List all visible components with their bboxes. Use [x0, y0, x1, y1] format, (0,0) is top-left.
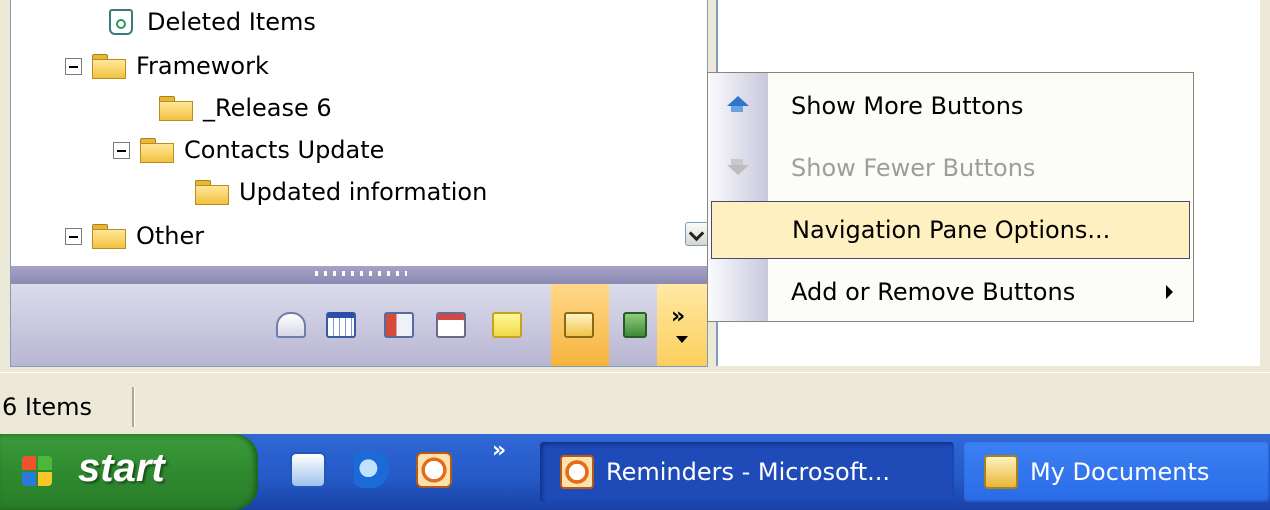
- open-folder-icon: [984, 455, 1018, 489]
- menu-item-show-fewer-buttons: Show Fewer Buttons: [711, 139, 1190, 197]
- mail-icon[interactable]: [271, 304, 311, 346]
- folder-tree: Deleted Items Framework _Release 6 Conta…: [11, 0, 709, 266]
- collapse-icon[interactable]: [65, 57, 82, 75]
- configure-buttons-chevron-icon[interactable]: »: [671, 304, 685, 329]
- configure-buttons-menu: Show More Buttons Show Fewer Buttons Nav…: [707, 72, 1194, 322]
- start-button[interactable]: start: [0, 434, 258, 510]
- tree-item-label: Framework: [136, 52, 269, 80]
- submenu-arrow-icon: [1166, 285, 1173, 299]
- outlook-window: Deleted Items Framework _Release 6 Conta…: [0, 0, 1270, 372]
- tree-item-release-6[interactable]: _Release 6: [159, 88, 332, 128]
- taskbar-button-reminders[interactable]: Reminders - Microsoft...: [540, 442, 954, 502]
- tree-item-label: Updated information: [239, 178, 488, 206]
- menu-item-show-more-buttons[interactable]: Show More Buttons: [711, 77, 1190, 135]
- arrow-down-icon: [725, 156, 749, 180]
- navigation-pane: Deleted Items Framework _Release 6 Conta…: [10, 0, 709, 367]
- taskbar-button-my-documents[interactable]: My Documents: [964, 442, 1270, 502]
- taskbar: start » Reminders - Microsoft... My Docu…: [0, 434, 1270, 510]
- menu-item-label: Show Fewer Buttons: [791, 154, 1036, 182]
- folder-icon: [159, 96, 193, 121]
- internet-explorer-icon[interactable]: [354, 452, 390, 488]
- tree-item-label: _Release 6: [203, 94, 332, 122]
- tree-item-label: Deleted Items: [147, 8, 316, 36]
- grip-handle-icon[interactable]: [315, 271, 407, 276]
- folder-icon: [195, 180, 229, 205]
- tree-item-contacts-update[interactable]: Contacts Update: [113, 130, 384, 170]
- quick-launch-chevron-icon[interactable]: »: [492, 438, 506, 463]
- calendar-icon[interactable]: [321, 304, 361, 346]
- collapse-icon[interactable]: [113, 141, 130, 159]
- folder-icon: [92, 224, 126, 249]
- outlook-icon[interactable]: [290, 452, 326, 488]
- tree-item-label: Contacts Update: [184, 136, 385, 164]
- tree-item-label: Other: [136, 222, 205, 250]
- menu-item-navigation-pane-options[interactable]: Navigation Pane Options...: [711, 201, 1190, 259]
- pane-splitter[interactable]: [11, 266, 707, 284]
- notes-icon[interactable]: [487, 304, 527, 346]
- status-divider: [132, 387, 135, 427]
- reminder-clock-icon: [560, 455, 594, 489]
- tree-item-other[interactable]: Other: [65, 216, 204, 256]
- tasks-icon[interactable]: [431, 304, 471, 346]
- tree-item-updated-information[interactable]: Updated information: [195, 172, 487, 212]
- collapse-icon[interactable]: [65, 227, 82, 245]
- tree-item-deleted-items[interactable]: Deleted Items: [107, 2, 316, 42]
- reminders-icon[interactable]: [416, 452, 452, 488]
- start-label: start: [78, 446, 165, 490]
- taskbar-button-label: Reminders - Microsoft...: [606, 458, 891, 486]
- menu-item-label: Add or Remove Buttons: [791, 278, 1076, 306]
- contacts-icon[interactable]: [379, 304, 419, 346]
- chevron-down-icon[interactable]: [676, 336, 688, 343]
- menu-item-label: Show More Buttons: [791, 92, 1024, 120]
- arrow-up-icon: [725, 94, 749, 118]
- scroll-down-button[interactable]: [685, 222, 709, 246]
- status-bar: 6 Items: [0, 372, 1270, 434]
- navigation-button-bar: »: [11, 284, 707, 366]
- status-item-count: 6 Items: [2, 393, 93, 421]
- windows-logo-icon: [22, 456, 54, 488]
- recycle-bin-icon: [107, 7, 135, 37]
- menu-item-add-or-remove-buttons[interactable]: Add or Remove Buttons: [711, 263, 1190, 321]
- menu-item-label: Navigation Pane Options...: [792, 216, 1111, 244]
- folder-list-icon[interactable]: [559, 304, 599, 346]
- shortcuts-icon[interactable]: [615, 304, 655, 346]
- taskbar-button-label: My Documents: [1030, 458, 1210, 486]
- folder-icon: [140, 138, 174, 163]
- tree-item-framework[interactable]: Framework: [65, 46, 269, 86]
- folder-icon: [92, 54, 126, 79]
